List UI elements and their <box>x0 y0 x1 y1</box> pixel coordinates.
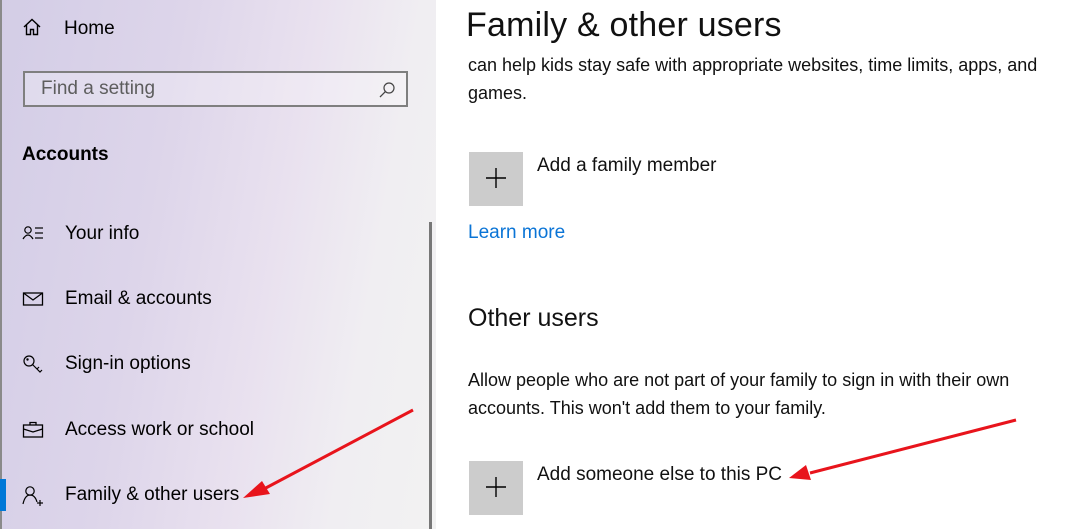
nav-home[interactable]: Home <box>22 14 115 44</box>
sidebar-item-label: Access work or school <box>65 419 255 440</box>
sidebar-item-label: Family & other users <box>65 484 240 505</box>
learn-more-link[interactable]: Learn more <box>468 222 565 244</box>
home-label: Home <box>64 18 115 39</box>
sidebar-item-sign-in-options[interactable]: Sign-in options <box>0 346 420 382</box>
briefcase-icon <box>22 420 44 440</box>
key-icon <box>22 354 44 374</box>
page-title: Family & other users <box>466 6 782 44</box>
other-users-description: Allow people who are not part of your fa… <box>468 370 1010 418</box>
sidebar-item-your-info[interactable]: Your info <box>0 216 420 252</box>
sidebar-item-label: Sign-in options <box>65 353 191 374</box>
add-family-member-button[interactable] <box>469 152 523 206</box>
sidebar-item-label: Your info <box>65 223 140 244</box>
sidebar: Home Accounts Your info Email & accounts… <box>0 0 436 529</box>
sidebar-item-access-work-school[interactable]: Access work or school <box>0 412 420 448</box>
contact-info-icon <box>22 224 44 244</box>
section-header-accounts: Accounts <box>22 144 109 165</box>
main-content: Family & other users can help kids stay … <box>436 0 1080 529</box>
search-input[interactable] <box>39 77 363 101</box>
add-family-member-label[interactable]: Add a family member <box>537 155 717 177</box>
other-users-header: Other users <box>468 304 599 332</box>
add-someone-else-button[interactable] <box>469 461 523 515</box>
plus-icon <box>485 476 507 501</box>
search-icon[interactable] <box>378 81 396 104</box>
sidebar-item-label: Email & accounts <box>65 288 212 309</box>
add-someone-else-label[interactable]: Add someone else to this PC <box>537 464 782 486</box>
add-person-icon <box>22 485 44 506</box>
sidebar-item-email-accounts[interactable]: Email & accounts <box>0 281 420 317</box>
search-box[interactable] <box>23 71 408 107</box>
mail-icon <box>22 289 44 309</box>
plus-icon <box>485 167 507 192</box>
family-description: can help kids stay safe with appropriate… <box>468 55 1038 103</box>
sidebar-item-family-other-users[interactable]: Family & other users <box>0 477 420 513</box>
home-icon <box>22 17 42 42</box>
sidebar-scrollbar[interactable] <box>429 222 432 529</box>
